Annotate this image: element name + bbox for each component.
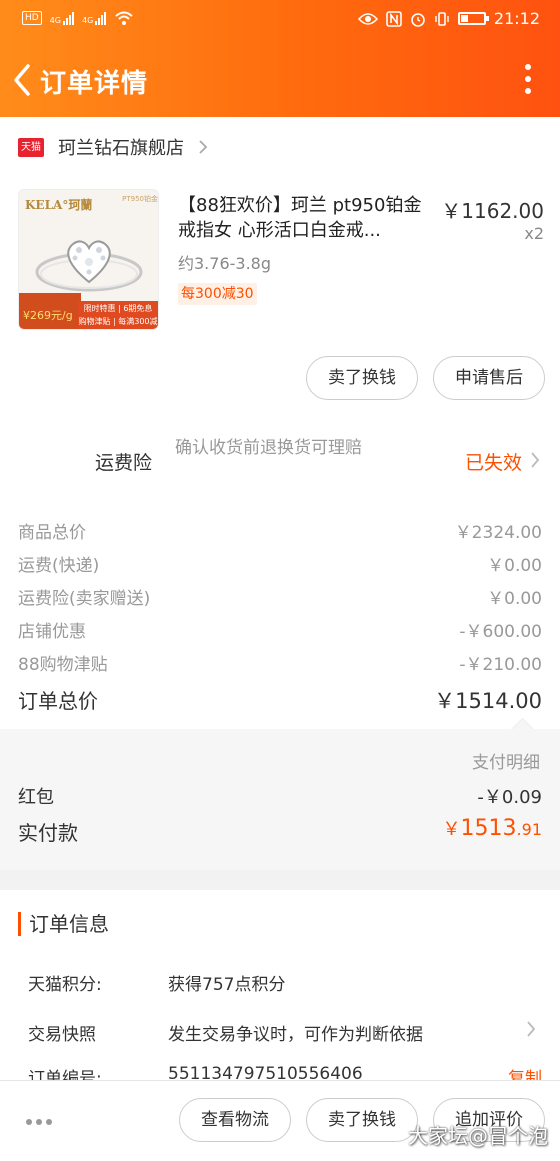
points-label: 天猫积分: bbox=[28, 975, 102, 995]
cost-label: 运费险(卖家赠送) bbox=[18, 589, 151, 609]
thumb-promo-line1: 限时特惠 | 6期免息 bbox=[83, 304, 153, 313]
insurance-label: 运费险 bbox=[95, 452, 153, 474]
wifi-icon bbox=[115, 11, 133, 25]
nav-bar: 订单详情 bbox=[0, 52, 560, 108]
shop-row[interactable]: 天猫 珂兰钻石旗舰店 bbox=[18, 135, 208, 159]
cost-row: 88购物津贴 -￥210.00 bbox=[18, 650, 542, 680]
paid-currency: ￥ bbox=[442, 819, 461, 840]
more-icon[interactable] bbox=[26, 1119, 52, 1125]
paid-label: 实付款 bbox=[18, 821, 78, 845]
cost-value: ￥2324.00 bbox=[454, 523, 542, 543]
more-menu-icon[interactable] bbox=[524, 64, 532, 94]
battery-icon bbox=[457, 12, 489, 25]
page-title: 订单详情 bbox=[40, 69, 149, 99]
cost-label: 店铺优惠 bbox=[18, 622, 86, 642]
vibrate-icon bbox=[435, 11, 449, 26]
order-card: 天猫 珂兰钻石旗舰店 KELA°珂蘭 PT950铂金 ¥269元/g 限时特惠 … bbox=[0, 117, 560, 870]
insurance-status[interactable]: 已失效 bbox=[465, 448, 522, 475]
chevron-right-icon[interactable] bbox=[530, 451, 540, 469]
view-logistics-button[interactable]: 查看物流 bbox=[179, 1098, 291, 1142]
order-total-value: ￥1514.00 bbox=[434, 689, 542, 713]
thumb-promo-line2: 购物津贴 | 每满300减30 bbox=[78, 317, 158, 326]
cost-label: 88购物津贴 bbox=[18, 655, 108, 675]
status-bar: HD 4G 4G 21:12 bbox=[0, 0, 560, 40]
insurance-desc: 确认收货前退换货可理赔 bbox=[175, 438, 362, 458]
status-left: HD 4G 4G bbox=[22, 10, 134, 26]
cost-value: ￥0.00 bbox=[487, 589, 542, 609]
paid-integer: 1513 bbox=[460, 816, 517, 841]
eye-icon bbox=[357, 12, 378, 25]
watermark: 大家坛@冒个泡 bbox=[408, 1124, 548, 1148]
clock: 21:12 bbox=[493, 9, 540, 28]
cost-value: -￥210.00 bbox=[459, 655, 542, 675]
sell-button-bottom[interactable]: 卖了换钱 bbox=[306, 1098, 418, 1142]
snapshot-label: 交易快照 bbox=[28, 1025, 96, 1045]
paid-amount: ￥1513.91 bbox=[443, 815, 542, 841]
alarm-icon bbox=[411, 12, 425, 27]
network-type-2: 4G bbox=[82, 16, 94, 25]
cost-label: 运费(快递) bbox=[18, 556, 100, 576]
hongbao-label: 红包 bbox=[18, 787, 54, 808]
points-value: 获得757点积分 bbox=[168, 975, 286, 995]
cost-row: 运费(快递) ￥0.00 bbox=[18, 551, 542, 581]
chevron-right-icon[interactable] bbox=[526, 1020, 536, 1038]
product-title[interactable]: 【88狂欢价】珂兰 pt950铂金戒指女 心形活口白金戒... bbox=[178, 193, 428, 243]
signal-icon-2: 4G bbox=[82, 11, 107, 25]
thumb-price-tag: ¥269元/g bbox=[19, 293, 81, 329]
product-image[interactable]: KELA°珂蘭 PT950铂金 ¥269元/g 限时特惠 | 6期免息 购物津贴… bbox=[18, 189, 159, 330]
nfc-icon bbox=[386, 10, 402, 27]
order-info-title: 订单信息 bbox=[18, 912, 109, 936]
hd-indicator: HD bbox=[22, 11, 42, 25]
cost-value: ￥0.00 bbox=[487, 556, 542, 576]
shop-name: 珂兰钻石旗舰店 bbox=[58, 138, 184, 159]
cost-value: -￥600.00 bbox=[459, 622, 542, 642]
product-quantity: x2 bbox=[524, 224, 544, 243]
order-total-label: 订单总价 bbox=[18, 689, 98, 713]
hongbao-value: -￥0.09 bbox=[477, 787, 542, 808]
thumb-promo: 限时特惠 | 6期免息 购物津贴 | 每满300减30 bbox=[78, 301, 158, 329]
sell-button[interactable]: 卖了换钱 bbox=[306, 356, 418, 400]
payment-box: 支付明细 红包 -￥0.09 实付款 ￥1513.91 bbox=[0, 729, 560, 870]
cost-row: 商品总价 ￥2324.00 bbox=[18, 518, 542, 548]
product-price: ￥1162.00 bbox=[441, 199, 544, 223]
cost-row: 运费险(卖家赠送) ￥0.00 bbox=[18, 584, 542, 614]
product-spec: 约3.76-3.8g bbox=[178, 254, 272, 273]
status-right: 21:12 bbox=[357, 9, 540, 28]
chevron-right-icon bbox=[199, 140, 208, 154]
signal-icon: 4G bbox=[50, 11, 74, 25]
order-total-row: 订单总价 ￥1514.00 bbox=[18, 685, 542, 714]
snapshot-value: 发生交易争议时，可作为判断依据 bbox=[168, 1025, 423, 1045]
cost-label: 商品总价 bbox=[18, 523, 86, 543]
back-arrow-icon[interactable] bbox=[10, 60, 38, 100]
tmall-badge: 天猫 bbox=[18, 137, 44, 157]
network-type: 4G bbox=[49, 16, 61, 25]
promo-tag: 每300减30 bbox=[178, 283, 257, 305]
after-sale-button[interactable]: 申请售后 bbox=[433, 356, 545, 400]
cost-row: 店铺优惠 -￥600.00 bbox=[18, 617, 542, 647]
paid-decimal: .91 bbox=[516, 820, 542, 839]
payment-detail-link[interactable]: 支付明细 bbox=[472, 748, 540, 773]
app-header: HD 4G 4G 21:12 订单详情 bbox=[0, 0, 560, 117]
